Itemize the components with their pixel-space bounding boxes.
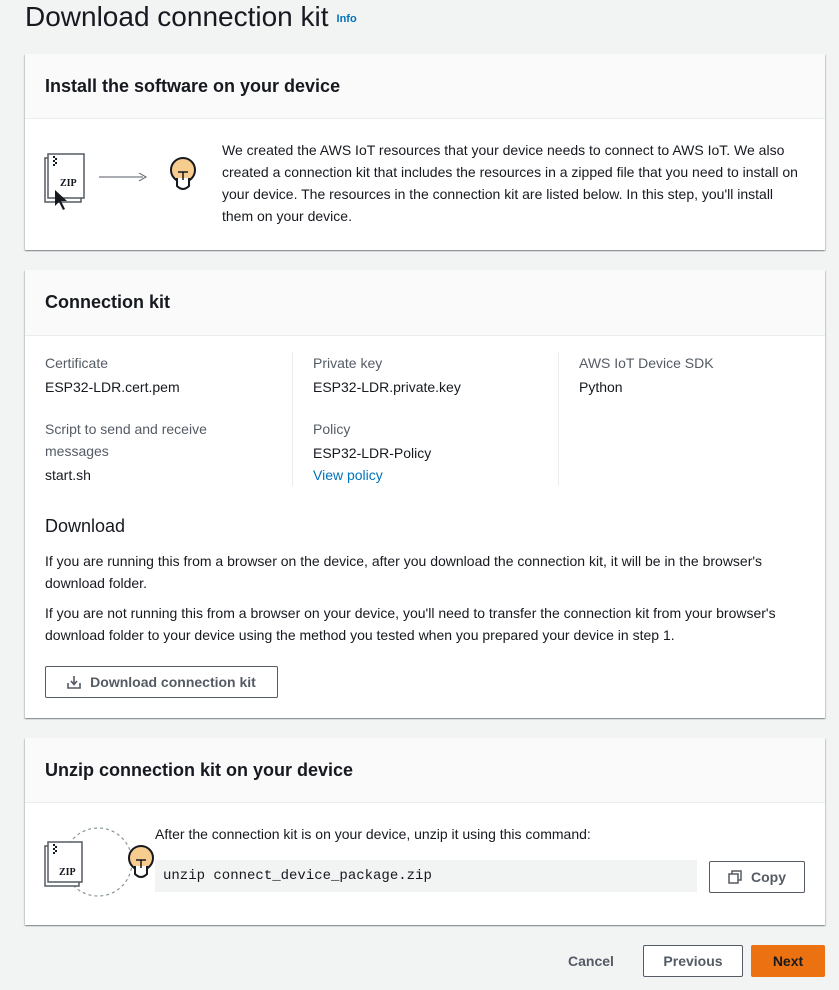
connection-kit-panel: Connection kit Certificate ESP32-LDR.cer… bbox=[25, 270, 825, 718]
column-divider bbox=[558, 352, 559, 486]
private-key-value: ESP32-LDR.private.key bbox=[313, 379, 461, 395]
sdk-value: Python bbox=[579, 379, 623, 395]
zip-file-label: ZIP bbox=[60, 178, 77, 189]
install-panel: Install the software on your device ZIP … bbox=[25, 54, 825, 250]
copy-button[interactable]: Copy bbox=[709, 861, 805, 893]
unzip-instruction: After the connection kit is on your devi… bbox=[155, 826, 591, 842]
policy-field: Policy ESP32-LDR-Policy View policy bbox=[313, 418, 543, 486]
zip-file-icon: ZIP bbox=[44, 153, 85, 210]
policy-value: ESP32-LDR-Policy bbox=[313, 445, 432, 461]
script-value: start.sh bbox=[45, 467, 91, 483]
download-text-2: If you are not running this from a brows… bbox=[45, 605, 776, 643]
previous-button[interactable]: Previous bbox=[643, 945, 743, 977]
sdk-label: AWS IoT Device SDK bbox=[579, 355, 714, 371]
certificate-value: ESP32-LDR.cert.pem bbox=[45, 379, 180, 395]
install-illustration: ZIP bbox=[43, 150, 203, 220]
private-key-label: Private key bbox=[313, 355, 383, 371]
info-link[interactable]: Info bbox=[337, 13, 357, 25]
lightbulb-icon bbox=[170, 157, 196, 190]
unzip-panel-title: Unzip connection kit on your device bbox=[45, 759, 354, 780]
script-field: Script to send and receive messages star… bbox=[45, 418, 245, 486]
unzip-zip-label: ZIP bbox=[59, 867, 76, 878]
view-policy-link[interactable]: View policy bbox=[313, 464, 543, 486]
download-connection-kit-button[interactable]: Download connection kit bbox=[45, 666, 278, 698]
copy-icon bbox=[728, 870, 742, 884]
arrow-right-icon bbox=[99, 172, 148, 182]
unzip-illustration: ZIP bbox=[43, 824, 158, 900]
certificate-field: Certificate ESP32-LDR.cert.pem bbox=[45, 352, 265, 398]
copy-button-label: Copy bbox=[751, 869, 786, 885]
connection-kit-title: Connection kit bbox=[45, 292, 170, 312]
unzip-panel-header: Unzip connection kit on your device bbox=[25, 738, 825, 803]
sdk-field: AWS IoT Device SDK Python bbox=[579, 352, 809, 398]
unzip-panel: Unzip connection kit on your device ZIP … bbox=[25, 738, 825, 925]
download-icon bbox=[67, 676, 81, 689]
connection-kit-header: Connection kit bbox=[25, 270, 825, 336]
download-heading: Download bbox=[45, 516, 126, 536]
install-panel-header: Install the software on your device bbox=[25, 54, 825, 119]
policy-label: Policy bbox=[313, 421, 351, 437]
download-text-1: If you are running this from a browser o… bbox=[45, 553, 763, 591]
install-description: We created the AWS IoT resources that yo… bbox=[222, 142, 798, 224]
download-button-label: Download connection kit bbox=[90, 674, 256, 690]
page-title: Download connection kit Info bbox=[25, 0, 357, 36]
column-divider bbox=[292, 352, 293, 486]
page-title-text: Download connection kit bbox=[25, 1, 329, 32]
private-key-field: Private key ESP32-LDR.private.key bbox=[313, 352, 543, 398]
install-panel-title: Install the software on your device bbox=[45, 75, 341, 96]
script-label: Script to send and receive messages bbox=[45, 421, 207, 459]
cancel-button[interactable]: Cancel bbox=[554, 945, 628, 977]
unzip-command: unzip connect_device_package.zip bbox=[163, 868, 432, 884]
certificate-label: Certificate bbox=[45, 355, 109, 371]
unzip-command-box: unzip connect_device_package.zip bbox=[155, 860, 697, 892]
zip-to-device-icon: ZIP bbox=[44, 827, 154, 897]
next-button[interactable]: Next bbox=[751, 945, 825, 977]
